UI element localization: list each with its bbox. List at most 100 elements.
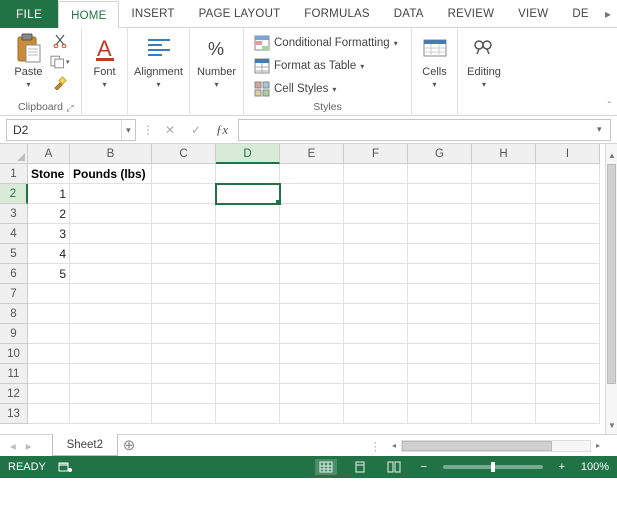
cell-H9[interactable] xyxy=(472,324,536,344)
cell-A2[interactable]: 1 xyxy=(28,184,70,204)
row-header-2[interactable]: 2 xyxy=(0,184,28,204)
cell-A12[interactable] xyxy=(28,384,70,404)
cell-A13[interactable] xyxy=(28,404,70,424)
cell-H10[interactable] xyxy=(472,344,536,364)
accept-formula-button[interactable]: ✓ xyxy=(186,119,206,141)
cell-C11[interactable] xyxy=(152,364,216,384)
cell-B13[interactable] xyxy=(70,404,152,424)
cell-F4[interactable] xyxy=(344,224,408,244)
cell-A10[interactable] xyxy=(28,344,70,364)
cell-I12[interactable] xyxy=(536,384,600,404)
cell-G9[interactable] xyxy=(408,324,472,344)
cell-A6[interactable]: 5 xyxy=(28,264,70,284)
sheet-next-icon[interactable]: ▸ xyxy=(26,439,32,453)
cell-A1[interactable]: Stone xyxy=(28,164,70,184)
cell-E9[interactable] xyxy=(280,324,344,344)
row-header-8[interactable]: 8 xyxy=(0,304,28,324)
scroll-up-icon[interactable]: ▲ xyxy=(606,148,617,162)
cell-A7[interactable] xyxy=(28,284,70,304)
hscroll-right-icon[interactable]: ▸ xyxy=(591,439,605,453)
col-header-G[interactable]: G xyxy=(408,144,472,164)
vscroll-thumb[interactable] xyxy=(607,164,616,384)
cell-I4[interactable] xyxy=(536,224,600,244)
cell-E1[interactable] xyxy=(280,164,344,184)
row-header-13[interactable]: 13 xyxy=(0,404,28,424)
copy-button[interactable]: ▾ xyxy=(50,53,70,71)
tab-formulas[interactable]: FORMULAS xyxy=(292,0,382,28)
cell-H1[interactable] xyxy=(472,164,536,184)
tab-insert[interactable]: INSERT xyxy=(119,0,186,28)
alignment-dropdown-icon[interactable]: ▾ xyxy=(157,80,161,89)
cell-F8[interactable] xyxy=(344,304,408,324)
cell-D12[interactable] xyxy=(216,384,280,404)
cell-H3[interactable] xyxy=(472,204,536,224)
tab-data[interactable]: DATA xyxy=(382,0,436,28)
cell-B4[interactable] xyxy=(70,224,152,244)
row-header-4[interactable]: 4 xyxy=(0,224,28,244)
cell-E3[interactable] xyxy=(280,204,344,224)
cell-I3[interactable] xyxy=(536,204,600,224)
cancel-formula-button[interactable]: ✕ xyxy=(160,119,180,141)
cell-I5[interactable] xyxy=(536,244,600,264)
cell-D1[interactable] xyxy=(216,164,280,184)
cell-C7[interactable] xyxy=(152,284,216,304)
cell-D4[interactable] xyxy=(216,224,280,244)
hscroll-gripper-icon[interactable]: ⋮ xyxy=(364,439,388,453)
cell-I8[interactable] xyxy=(536,304,600,324)
clipboard-launcher-icon[interactable]: ⤢ xyxy=(65,101,75,111)
add-sheet-button[interactable]: ⊕ xyxy=(118,435,140,457)
cell-G11[interactable] xyxy=(408,364,472,384)
col-header-I[interactable]: I xyxy=(536,144,600,164)
cell-E4[interactable] xyxy=(280,224,344,244)
cell-C1[interactable] xyxy=(152,164,216,184)
cell-G4[interactable] xyxy=(408,224,472,244)
cell-G2[interactable] xyxy=(408,184,472,204)
cell-C8[interactable] xyxy=(152,304,216,324)
row-header-10[interactable]: 10 xyxy=(0,344,28,364)
cell-F6[interactable] xyxy=(344,264,408,284)
cell-H13[interactable] xyxy=(472,404,536,424)
hscroll-left-icon[interactable]: ◂ xyxy=(387,439,401,453)
cell-D6[interactable] xyxy=(216,264,280,284)
row-header-1[interactable]: 1 xyxy=(0,164,28,184)
cell-C2[interactable] xyxy=(152,184,216,204)
cell-B11[interactable] xyxy=(70,364,152,384)
cell-B5[interactable] xyxy=(70,244,152,264)
cell-C9[interactable] xyxy=(152,324,216,344)
cell-F9[interactable] xyxy=(344,324,408,344)
cell-B12[interactable] xyxy=(70,384,152,404)
cell-E5[interactable] xyxy=(280,244,344,264)
col-header-A[interactable]: A xyxy=(28,144,70,164)
cell-E6[interactable] xyxy=(280,264,344,284)
cell-D10[interactable] xyxy=(216,344,280,364)
cell-I7[interactable] xyxy=(536,284,600,304)
cell-B9[interactable] xyxy=(70,324,152,344)
number-dropdown-icon[interactable]: ▾ xyxy=(214,80,218,89)
cell-C10[interactable] xyxy=(152,344,216,364)
tab-home[interactable]: HOME xyxy=(58,1,119,29)
cut-button[interactable] xyxy=(50,32,70,50)
view-normal-button[interactable] xyxy=(315,459,337,475)
tab-truncated[interactable]: DE xyxy=(560,0,594,28)
cell-H6[interactable] xyxy=(472,264,536,284)
format-as-table-button[interactable]: Format as Table ▾ xyxy=(250,55,368,77)
cell-styles-button[interactable]: Cell Styles ▾ xyxy=(250,78,340,100)
cells-area[interactable]: StonePounds (lbs)12345 xyxy=(28,164,605,434)
paste-button[interactable]: Paste ▾ xyxy=(12,30,46,91)
tab-file[interactable]: FILE xyxy=(0,0,58,28)
cell-F5[interactable] xyxy=(344,244,408,264)
row-header-3[interactable]: 3 xyxy=(0,204,28,224)
name-box-dropdown-icon[interactable]: ▾ xyxy=(121,120,135,140)
select-all-button[interactable] xyxy=(0,144,28,164)
cell-H2[interactable] xyxy=(472,184,536,204)
row-header-5[interactable]: 5 xyxy=(0,244,28,264)
view-page-layout-button[interactable] xyxy=(349,459,371,475)
cell-I13[interactable] xyxy=(536,404,600,424)
cell-D5[interactable] xyxy=(216,244,280,264)
font-dropdown-icon[interactable]: ▾ xyxy=(102,80,106,89)
cell-G10[interactable] xyxy=(408,344,472,364)
cell-G3[interactable] xyxy=(408,204,472,224)
cell-C4[interactable] xyxy=(152,224,216,244)
vertical-scrollbar[interactable]: ▲ ▼ xyxy=(605,144,617,434)
col-header-D[interactable]: D xyxy=(216,144,280,164)
